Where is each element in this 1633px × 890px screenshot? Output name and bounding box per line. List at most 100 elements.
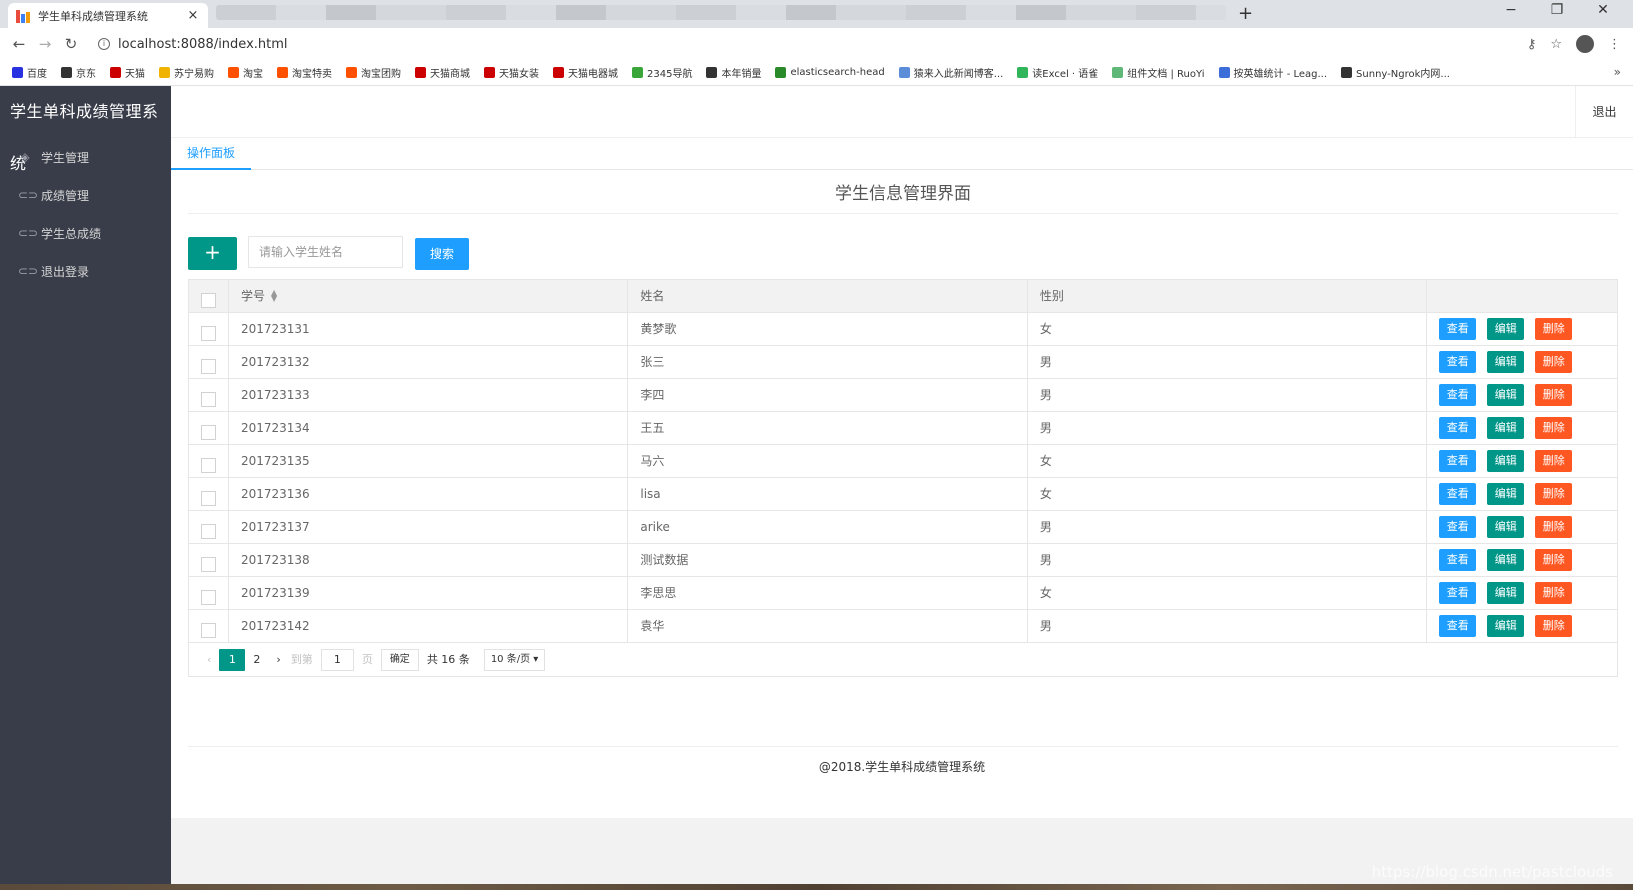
student-table: 学号 ▲ ▼ 姓名 性别 201723131 黄梦歌女查看 编辑 删除 201723132 张… bbox=[188, 279, 1618, 677]
row-checkbox[interactable] bbox=[201, 392, 216, 407]
search-button[interactable]: 搜索 bbox=[415, 238, 469, 270]
blurred-tabs bbox=[216, 5, 1226, 20]
restore-button[interactable]: ❐ bbox=[1534, 2, 1580, 18]
row-checkbox[interactable] bbox=[201, 590, 216, 605]
row-checkbox[interactable] bbox=[201, 326, 216, 341]
view-button[interactable]: 查看 bbox=[1439, 582, 1477, 604]
edit-button[interactable]: 编辑 bbox=[1487, 516, 1525, 538]
delete-button[interactable]: 删除 bbox=[1535, 516, 1573, 538]
delete-button[interactable]: 删除 bbox=[1535, 582, 1573, 604]
select-all-checkbox[interactable] bbox=[201, 293, 216, 308]
goto-confirm-button[interactable]: 确定 bbox=[380, 648, 419, 671]
view-button[interactable]: 查看 bbox=[1439, 450, 1477, 472]
bookmark-item[interactable]: 天猫商城 bbox=[415, 65, 470, 80]
row-checkbox[interactable] bbox=[201, 524, 216, 539]
delete-button[interactable]: 删除 bbox=[1535, 318, 1573, 340]
bookmark-item[interactable]: 天猫电器城 bbox=[553, 65, 618, 80]
delete-button[interactable]: 删除 bbox=[1535, 417, 1573, 439]
view-button[interactable]: 查看 bbox=[1439, 318, 1477, 340]
search-input[interactable] bbox=[248, 236, 403, 268]
view-button[interactable]: 查看 bbox=[1439, 516, 1477, 538]
logout-button[interactable]: 退出 bbox=[1575, 86, 1633, 138]
edit-button[interactable]: 编辑 bbox=[1487, 549, 1525, 571]
cell-sex: 女 bbox=[1028, 576, 1428, 610]
cell-actions: 查看 编辑 删除 bbox=[1427, 379, 1617, 412]
row-checkbox[interactable] bbox=[201, 425, 216, 440]
bookmark-item[interactable]: 天猫 bbox=[110, 65, 145, 80]
delete-button[interactable]: 删除 bbox=[1535, 483, 1573, 505]
row-checkbox[interactable] bbox=[201, 491, 216, 506]
menu-dots-icon[interactable]: ⋮ bbox=[1608, 37, 1621, 52]
bookmark-item[interactable]: 京东 bbox=[61, 65, 96, 80]
prev-page-icon[interactable]: ‹ bbox=[199, 649, 219, 671]
bookmark-item[interactable]: 组件文档 | RuoYi bbox=[1112, 65, 1205, 80]
key-icon[interactable]: ⚷ bbox=[1527, 37, 1537, 52]
goto-page-input[interactable]: 1 bbox=[320, 648, 354, 671]
profile-avatar-icon[interactable] bbox=[1576, 35, 1594, 53]
app-logo: 学生单科成绩管理系统 bbox=[0, 86, 171, 173]
view-button[interactable]: 查看 bbox=[1439, 384, 1477, 406]
tab-operation-panel[interactable]: 操作面板 bbox=[171, 138, 251, 170]
edit-button[interactable]: 编辑 bbox=[1487, 615, 1525, 637]
page-2-button[interactable]: 2 bbox=[245, 649, 268, 671]
next-page-icon[interactable]: › bbox=[268, 649, 288, 671]
column-header-id[interactable]: 学号 ▲ ▼ bbox=[229, 279, 629, 313]
edit-button[interactable]: 编辑 bbox=[1487, 450, 1525, 472]
info-icon[interactable]: i bbox=[98, 38, 110, 50]
reload-icon[interactable]: ↻ bbox=[58, 35, 84, 53]
bookmark-item[interactable]: 淘宝团购 bbox=[346, 65, 401, 80]
edit-button[interactable]: 编辑 bbox=[1487, 384, 1525, 406]
view-button[interactable]: 查看 bbox=[1439, 351, 1477, 373]
window-close-button[interactable]: ✕ bbox=[1580, 2, 1626, 18]
bookmark-item[interactable]: elasticsearch-head bbox=[775, 67, 885, 78]
star-icon[interactable]: ☆ bbox=[1550, 37, 1562, 52]
view-button[interactable]: 查看 bbox=[1439, 483, 1477, 505]
browser-tab[interactable]: 学生单科成绩管理系统 × bbox=[8, 3, 208, 28]
bookmarks-overflow-icon[interactable]: » bbox=[1614, 65, 1621, 79]
minimize-button[interactable]: − bbox=[1488, 2, 1534, 18]
delete-button[interactable]: 删除 bbox=[1535, 351, 1573, 373]
delete-button[interactable]: 删除 bbox=[1535, 615, 1573, 637]
back-arrow-icon[interactable]: ← bbox=[6, 35, 32, 53]
add-student-button[interactable]: + bbox=[188, 237, 237, 270]
close-icon[interactable]: × bbox=[186, 8, 200, 23]
sidebar-item-logout[interactable]: ⊂⊃ 退出登录 bbox=[0, 252, 171, 290]
bookmark-item[interactable]: 天猫女装 bbox=[484, 65, 539, 80]
bookmark-item[interactable]: 百度 bbox=[12, 65, 47, 80]
bookmark-favicon-icon bbox=[553, 67, 564, 78]
bookmark-item[interactable]: 苏宁易购 bbox=[159, 65, 214, 80]
edit-button[interactable]: 编辑 bbox=[1487, 483, 1525, 505]
page-size-select[interactable]: 10 条/页 ▾ bbox=[483, 648, 546, 671]
bookmark-favicon-icon bbox=[1341, 67, 1353, 78]
row-checkbox[interactable] bbox=[201, 359, 216, 374]
page-1-button[interactable]: 1 bbox=[219, 648, 246, 671]
view-button[interactable]: 查看 bbox=[1439, 549, 1477, 571]
toolbar-right: ⚷ ☆ ⋮ bbox=[1527, 28, 1633, 60]
edit-button[interactable]: 编辑 bbox=[1487, 417, 1525, 439]
bookmark-item[interactable]: 按英雄统计 - Leag... bbox=[1218, 65, 1327, 80]
row-checkbox[interactable] bbox=[201, 557, 216, 572]
delete-button[interactable]: 删除 bbox=[1535, 450, 1573, 472]
bookmark-item[interactable]: 本年销量 bbox=[706, 65, 761, 80]
view-button[interactable]: 查看 bbox=[1439, 417, 1477, 439]
bookmark-item[interactable]: 淘宝特卖 bbox=[277, 65, 332, 80]
edit-button[interactable]: 编辑 bbox=[1487, 582, 1525, 604]
bookmark-item[interactable]: 猿来入此新闻博客... bbox=[898, 65, 1003, 80]
bookmark-item[interactable]: 淘宝 bbox=[228, 65, 263, 80]
bookmark-item[interactable]: 读Excel · 语雀 bbox=[1017, 65, 1098, 80]
bookmark-item[interactable]: 2345导航 bbox=[632, 65, 692, 80]
view-button[interactable]: 查看 bbox=[1439, 615, 1477, 637]
link-icon: ⊂⊃ bbox=[18, 264, 39, 278]
address-bar[interactable]: i localhost:8088/index.html bbox=[98, 37, 288, 52]
forward-arrow-icon[interactable]: → bbox=[32, 35, 58, 53]
edit-button[interactable]: 编辑 bbox=[1487, 318, 1525, 340]
bookmark-item[interactable]: Sunny-Ngrok内网... bbox=[1341, 65, 1450, 80]
edit-button[interactable]: 编辑 bbox=[1487, 351, 1525, 373]
sort-icon[interactable]: ▲ ▼ bbox=[271, 289, 277, 303]
new-tab-button[interactable]: + bbox=[1238, 3, 1253, 24]
sidebar-item-total-score[interactable]: ⊂⊃ 学生总成绩 bbox=[0, 214, 171, 252]
row-checkbox[interactable] bbox=[201, 458, 216, 473]
delete-button[interactable]: 删除 bbox=[1535, 549, 1573, 571]
delete-button[interactable]: 删除 bbox=[1535, 384, 1573, 406]
row-checkbox[interactable] bbox=[201, 623, 216, 638]
